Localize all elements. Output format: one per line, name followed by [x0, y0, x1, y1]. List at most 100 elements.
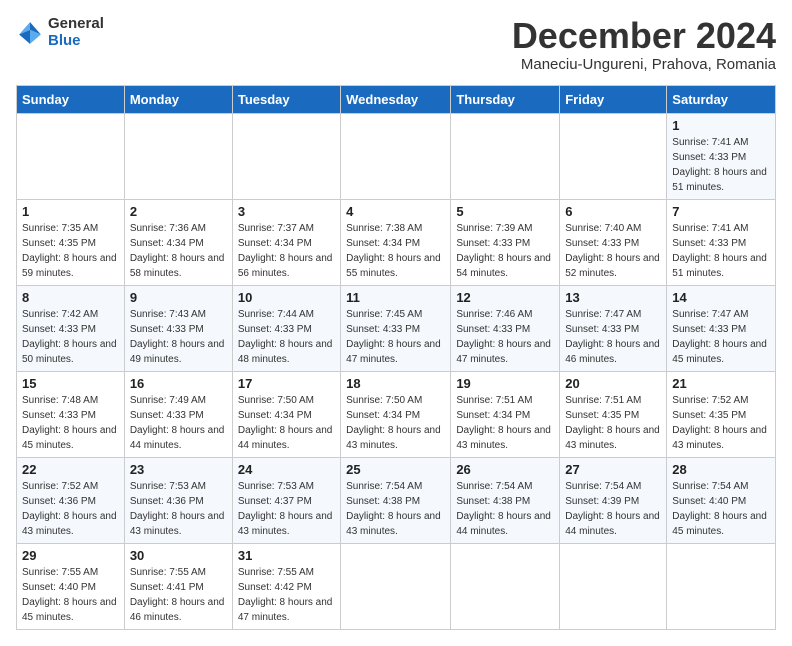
calendar-cell: 2 Sunrise: 7:36 AMSunset: 4:34 PMDayligh… [124, 199, 232, 285]
day-info: Sunrise: 7:48 AMSunset: 4:33 PMDaylight:… [22, 395, 117, 451]
day-info: Sunrise: 7:54 AMSunset: 4:39 PMDaylight:… [565, 481, 660, 537]
day-number: 6 [565, 204, 661, 219]
day-info: Sunrise: 7:44 AMSunset: 4:33 PMDaylight:… [238, 309, 333, 365]
day-info: Sunrise: 7:54 AMSunset: 4:40 PMDaylight:… [672, 481, 767, 537]
calendar-table: SundayMondayTuesdayWednesdayThursdayFrid… [16, 85, 776, 630]
calendar-cell [232, 113, 340, 199]
day-info: Sunrise: 7:52 AMSunset: 4:36 PMDaylight:… [22, 481, 117, 537]
calendar-week-3: 15 Sunrise: 7:48 AMSunset: 4:33 PMDaylig… [17, 371, 776, 457]
day-info: Sunrise: 7:53 AMSunset: 4:37 PMDaylight:… [238, 481, 333, 537]
day-number: 10 [238, 290, 335, 305]
day-number: 29 [22, 548, 119, 563]
day-info: Sunrise: 7:50 AMSunset: 4:34 PMDaylight:… [346, 395, 441, 451]
day-info: Sunrise: 7:55 AMSunset: 4:42 PMDaylight:… [238, 567, 333, 623]
month-title: December 2024 [512, 16, 776, 56]
location: Maneciu-Ungureni, Prahova, Romania [512, 56, 776, 73]
day-number: 1 [672, 118, 770, 133]
day-info: Sunrise: 7:40 AMSunset: 4:33 PMDaylight:… [565, 223, 660, 279]
weekday-header-row: SundayMondayTuesdayWednesdayThursdayFrid… [17, 85, 776, 113]
calendar-cell: 9 Sunrise: 7:43 AMSunset: 4:33 PMDayligh… [124, 285, 232, 371]
day-number: 8 [22, 290, 119, 305]
calendar-cell: 11 Sunrise: 7:45 AMSunset: 4:33 PMDaylig… [341, 285, 451, 371]
calendar-cell: 27 Sunrise: 7:54 AMSunset: 4:39 PMDaylig… [560, 457, 667, 543]
day-number: 11 [346, 290, 445, 305]
calendar-cell: 16 Sunrise: 7:49 AMSunset: 4:33 PMDaylig… [124, 371, 232, 457]
weekday-header-saturday: Saturday [667, 85, 776, 113]
day-number: 9 [130, 290, 227, 305]
day-number: 2 [130, 204, 227, 219]
day-number: 16 [130, 376, 227, 391]
calendar-week-0: 1 Sunrise: 7:41 AMSunset: 4:33 PMDayligh… [17, 113, 776, 199]
weekday-header-monday: Monday [124, 85, 232, 113]
day-number: 13 [565, 290, 661, 305]
calendar-cell: 21 Sunrise: 7:52 AMSunset: 4:35 PMDaylig… [667, 371, 776, 457]
logo: General Blue [16, 16, 104, 49]
day-number: 19 [456, 376, 554, 391]
day-info: Sunrise: 7:49 AMSunset: 4:33 PMDaylight:… [130, 395, 225, 451]
day-number: 31 [238, 548, 335, 563]
day-info: Sunrise: 7:53 AMSunset: 4:36 PMDaylight:… [130, 481, 225, 537]
calendar-cell: 7 Sunrise: 7:41 AMSunset: 4:33 PMDayligh… [667, 199, 776, 285]
day-info: Sunrise: 7:37 AMSunset: 4:34 PMDaylight:… [238, 223, 333, 279]
day-info: Sunrise: 7:55 AMSunset: 4:40 PMDaylight:… [22, 567, 117, 623]
calendar-cell [124, 113, 232, 199]
day-number: 22 [22, 462, 119, 477]
weekday-header-sunday: Sunday [17, 85, 125, 113]
day-number: 27 [565, 462, 661, 477]
day-number: 5 [456, 204, 554, 219]
calendar-cell: 6 Sunrise: 7:40 AMSunset: 4:33 PMDayligh… [560, 199, 667, 285]
day-info: Sunrise: 7:52 AMSunset: 4:35 PMDaylight:… [672, 395, 767, 451]
calendar-cell [341, 113, 451, 199]
logo-general: General [48, 16, 104, 33]
day-info: Sunrise: 7:50 AMSunset: 4:34 PMDaylight:… [238, 395, 333, 451]
calendar-cell: 25 Sunrise: 7:54 AMSunset: 4:38 PMDaylig… [341, 457, 451, 543]
day-info: Sunrise: 7:36 AMSunset: 4:34 PMDaylight:… [130, 223, 225, 279]
calendar-cell: 30 Sunrise: 7:55 AMSunset: 4:41 PMDaylig… [124, 543, 232, 629]
logo-text: General Blue [48, 16, 104, 49]
calendar-week-4: 22 Sunrise: 7:52 AMSunset: 4:36 PMDaylig… [17, 457, 776, 543]
calendar-cell [17, 113, 125, 199]
day-info: Sunrise: 7:38 AMSunset: 4:34 PMDaylight:… [346, 223, 441, 279]
calendar-cell [560, 113, 667, 199]
calendar-cell: 26 Sunrise: 7:54 AMSunset: 4:38 PMDaylig… [451, 457, 560, 543]
calendar-cell: 29 Sunrise: 7:55 AMSunset: 4:40 PMDaylig… [17, 543, 125, 629]
day-number: 4 [346, 204, 445, 219]
calendar-week-2: 8 Sunrise: 7:42 AMSunset: 4:33 PMDayligh… [17, 285, 776, 371]
day-info: Sunrise: 7:41 AMSunset: 4:33 PMDaylight:… [672, 137, 767, 193]
day-info: Sunrise: 7:47 AMSunset: 4:33 PMDaylight:… [672, 309, 767, 365]
day-info: Sunrise: 7:47 AMSunset: 4:33 PMDaylight:… [565, 309, 660, 365]
calendar-cell [667, 543, 776, 629]
calendar-cell: 1 Sunrise: 7:35 AMSunset: 4:35 PMDayligh… [17, 199, 125, 285]
weekday-header-thursday: Thursday [451, 85, 560, 113]
page-header: General Blue December 2024 Maneciu-Ungur… [16, 16, 776, 73]
calendar-cell: 28 Sunrise: 7:54 AMSunset: 4:40 PMDaylig… [667, 457, 776, 543]
weekday-header-friday: Friday [560, 85, 667, 113]
calendar-cell: 13 Sunrise: 7:47 AMSunset: 4:33 PMDaylig… [560, 285, 667, 371]
day-info: Sunrise: 7:51 AMSunset: 4:34 PMDaylight:… [456, 395, 551, 451]
logo-blue: Blue [48, 33, 104, 50]
calendar-cell: 17 Sunrise: 7:50 AMSunset: 4:34 PMDaylig… [232, 371, 340, 457]
day-info: Sunrise: 7:41 AMSunset: 4:33 PMDaylight:… [672, 223, 767, 279]
day-number: 3 [238, 204, 335, 219]
day-info: Sunrise: 7:45 AMSunset: 4:33 PMDaylight:… [346, 309, 441, 365]
day-number: 18 [346, 376, 445, 391]
calendar-cell: 23 Sunrise: 7:53 AMSunset: 4:36 PMDaylig… [124, 457, 232, 543]
day-number: 25 [346, 462, 445, 477]
title-block: December 2024 Maneciu-Ungureni, Prahova,… [512, 16, 776, 73]
calendar-cell: 14 Sunrise: 7:47 AMSunset: 4:33 PMDaylig… [667, 285, 776, 371]
calendar-cell: 10 Sunrise: 7:44 AMSunset: 4:33 PMDaylig… [232, 285, 340, 371]
day-number: 14 [672, 290, 770, 305]
weekday-header-wednesday: Wednesday [341, 85, 451, 113]
day-number: 21 [672, 376, 770, 391]
day-number: 26 [456, 462, 554, 477]
calendar-cell: 22 Sunrise: 7:52 AMSunset: 4:36 PMDaylig… [17, 457, 125, 543]
calendar-cell: 8 Sunrise: 7:42 AMSunset: 4:33 PMDayligh… [17, 285, 125, 371]
calendar-week-5: 29 Sunrise: 7:55 AMSunset: 4:40 PMDaylig… [17, 543, 776, 629]
day-number: 1 [22, 204, 119, 219]
calendar-cell: 19 Sunrise: 7:51 AMSunset: 4:34 PMDaylig… [451, 371, 560, 457]
calendar-cell: 20 Sunrise: 7:51 AMSunset: 4:35 PMDaylig… [560, 371, 667, 457]
calendar-cell: 12 Sunrise: 7:46 AMSunset: 4:33 PMDaylig… [451, 285, 560, 371]
day-info: Sunrise: 7:35 AMSunset: 4:35 PMDaylight:… [22, 223, 117, 279]
calendar-cell [451, 113, 560, 199]
calendar-cell: 1 Sunrise: 7:41 AMSunset: 4:33 PMDayligh… [667, 113, 776, 199]
